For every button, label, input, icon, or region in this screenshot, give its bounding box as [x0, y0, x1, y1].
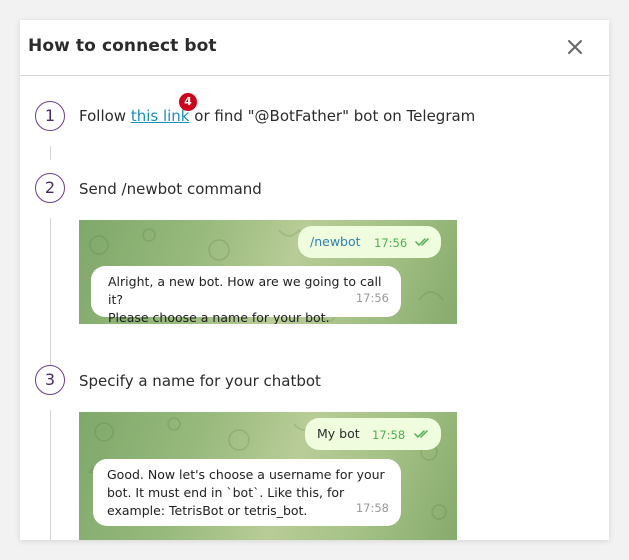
message-line-1: Good. Now let's choose a username for yo…	[107, 467, 385, 482]
double-check-icon	[414, 430, 428, 439]
incoming-message: Good. Now let's choose a username for yo…	[93, 459, 401, 526]
step-3-text: Specify a name for your chatbot	[79, 372, 321, 390]
step-connector	[50, 410, 51, 540]
step-number-1: 1	[35, 101, 65, 131]
message-line-1: Alright, a new bot. How are we going to …	[108, 274, 382, 307]
double-check-icon	[415, 238, 429, 247]
telegram-chat-example-1: /newbot 17:56 Alright, a new bot. How ar…	[79, 220, 457, 324]
step-connector	[50, 146, 51, 160]
step-connector	[50, 218, 51, 371]
close-icon	[568, 40, 582, 54]
message-text: /newbot	[310, 234, 361, 249]
outgoing-message: /newbot 17:56	[298, 226, 441, 258]
step-1-text-before: Follow	[79, 107, 131, 125]
connect-bot-modal: How to connect bot 1 Follow this link or…	[20, 20, 609, 540]
notification-badge: 4	[179, 93, 197, 111]
outgoing-message: My bot 17:58	[305, 418, 441, 450]
step-2-text: Send /newbot command	[79, 180, 262, 198]
step-1-text-after: or find "@BotFather" bot on Telegram	[189, 107, 476, 125]
message-time: 17:56	[374, 236, 408, 250]
modal-title: How to connect bot	[28, 36, 217, 56]
telegram-botfather-link[interactable]: this link	[131, 107, 190, 125]
message-line-2: bot. It must end in `bot`. Like this, fo…	[107, 485, 345, 500]
step-1-text: Follow this link or find "@BotFather" bo…	[79, 107, 475, 125]
message-time: 17:58	[372, 428, 406, 442]
modal-header: How to connect bot	[20, 20, 609, 76]
message-time: 17:58	[355, 501, 389, 515]
step-number-3: 3	[35, 365, 65, 395]
message-text: My bot	[317, 426, 360, 441]
steps-list: 1 Follow this link or find "@BotFather" …	[20, 76, 609, 540]
message-time: 17:56	[355, 291, 389, 305]
telegram-chat-example-2: My bot 17:58 Good. Now let's choose a us…	[79, 412, 457, 540]
incoming-message: Alright, a new bot. How are we going to …	[91, 266, 401, 324]
message-line-3: example: TetrisBot or tetris_bot.	[107, 503, 308, 518]
close-button[interactable]	[565, 37, 585, 57]
message-line-2: Please choose a name for your bot.	[108, 310, 330, 324]
step-number-2: 2	[35, 173, 65, 203]
